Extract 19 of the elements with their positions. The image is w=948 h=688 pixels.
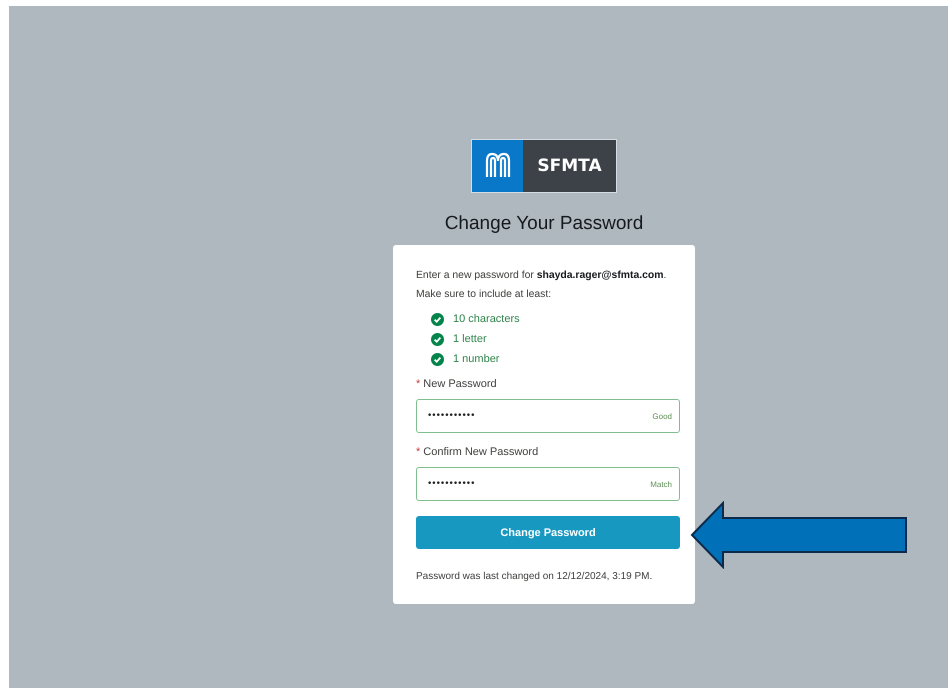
instruction-text: Enter a new password for shayda.rager@sfmta.com. bbox=[416, 269, 668, 282]
password-field[interactable]: ••••••••••• Match bbox=[416, 467, 680, 501]
strength-text: Good bbox=[652, 412, 672, 420]
masked-password: ••••••••••• bbox=[427, 479, 474, 489]
arrow-icon bbox=[690, 501, 908, 569]
password-field[interactable]: ••••••••••• Good bbox=[416, 399, 680, 433]
masked-password: ••••••••••• bbox=[427, 411, 474, 421]
page-title: Change Your Password bbox=[444, 213, 644, 235]
logo-text: SFMTA bbox=[523, 140, 616, 192]
required-mark: * bbox=[416, 378, 420, 391]
field-label: New Password bbox=[423, 378, 497, 391]
requirement-text: 1 number bbox=[453, 353, 500, 366]
required-mark: * bbox=[416, 446, 420, 459]
field-label: Confirm New Password bbox=[423, 446, 538, 459]
last-changed-text: Password was last changed on 12/12/2024, 3:19 PM. bbox=[416, 571, 654, 582]
requirement-text: 10 characters bbox=[453, 313, 520, 326]
requirement-text: 1 letter bbox=[453, 333, 487, 346]
strength-text: Match bbox=[650, 480, 672, 488]
instruction-text: Make sure to include at least: bbox=[416, 288, 552, 301]
